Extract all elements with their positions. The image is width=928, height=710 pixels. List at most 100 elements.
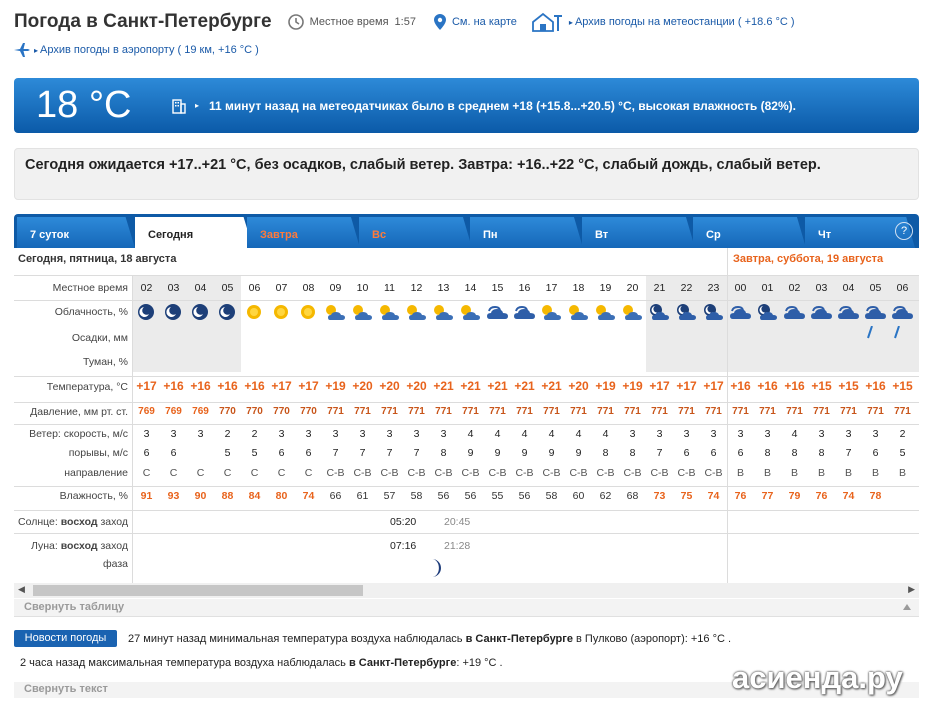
temperature-cell: +21 bbox=[460, 379, 481, 393]
tab-today[interactable]: Сегодня bbox=[135, 217, 253, 248]
wind-gust-cell: 6 bbox=[170, 447, 177, 459]
temperature-cell: +15 bbox=[892, 379, 913, 393]
wind-speed-cell: 4 bbox=[602, 428, 609, 440]
tab-tuesday[interactable]: Вт bbox=[582, 217, 695, 248]
humidity-cell: 62 bbox=[599, 490, 612, 502]
airplane-icon bbox=[14, 43, 30, 57]
wind-gust-cell: 7 bbox=[413, 447, 420, 459]
wind-direction-cell: С-В bbox=[407, 467, 426, 479]
temperature-cell: +20 bbox=[568, 379, 589, 393]
pressure-cell: 771 bbox=[867, 406, 884, 417]
hour-cell: 13 bbox=[437, 282, 450, 294]
hour-cell: 21 bbox=[653, 282, 666, 294]
wind-speed-cell: 3 bbox=[143, 428, 150, 440]
wind-direction-cell: С-В bbox=[515, 467, 534, 479]
pressure-cell: 771 bbox=[759, 406, 776, 417]
humidity-cell: 68 bbox=[626, 490, 639, 502]
pressure-cell: 769 bbox=[192, 406, 209, 417]
hour-cell: 10 bbox=[356, 282, 369, 294]
wind-gust-cell: 6 bbox=[278, 447, 285, 459]
cloud-icon bbox=[811, 305, 832, 319]
wind-gust-cell: 8 bbox=[629, 447, 636, 459]
rain-drop-icon bbox=[894, 326, 900, 339]
pressure-cell: 771 bbox=[678, 406, 695, 417]
temperature-cell: +21 bbox=[514, 379, 535, 393]
scroll-thumb[interactable] bbox=[33, 585, 363, 596]
hour-cell: 22 bbox=[680, 282, 693, 294]
moon-clear-icon bbox=[219, 304, 235, 320]
wind-speed-cell: 2 bbox=[224, 428, 231, 440]
sun-icon bbox=[301, 305, 315, 319]
table-scrollbar[interactable]: ◀ ▶ bbox=[14, 583, 919, 598]
map-link[interactable]: См. на карте bbox=[433, 14, 517, 30]
moon-clear-icon bbox=[192, 304, 208, 320]
sun-icon bbox=[274, 305, 288, 319]
pressure-cell: 770 bbox=[219, 406, 236, 417]
wind-direction-cell: С bbox=[196, 467, 205, 479]
help-icon[interactable]: ? bbox=[895, 222, 913, 240]
scroll-left-icon[interactable]: ◀ bbox=[18, 584, 25, 595]
wind-speed-cell: 3 bbox=[359, 428, 366, 440]
humidity-cell: 84 bbox=[248, 490, 261, 502]
collapse-table-label[interactable]: Свернуть таблицу bbox=[24, 601, 124, 613]
temperature-cell: +20 bbox=[352, 379, 373, 393]
wind-gust-cell: 6 bbox=[683, 447, 690, 459]
hour-cell: 15 bbox=[491, 282, 504, 294]
temperature-cell: +21 bbox=[433, 379, 454, 393]
collapse-arrow-icon[interactable] bbox=[903, 604, 911, 610]
pressure-cell: 771 bbox=[354, 406, 371, 417]
building-icon bbox=[172, 98, 186, 114]
airport-archive-link[interactable]: ▸ Архив погоды в аэропорту ( 19 км, +16 … bbox=[14, 42, 259, 58]
tab-monday[interactable]: Пн bbox=[470, 217, 583, 248]
station-archive-link[interactable]: ▸ Архив погоды на метеостанции ( +18.6 °… bbox=[531, 12, 795, 32]
humidity-cell: 78 bbox=[869, 490, 882, 502]
wind-gust-cell: 7 bbox=[332, 447, 339, 459]
humidity-cell: 60 bbox=[572, 490, 585, 502]
wind-speed-cell: 4 bbox=[521, 428, 528, 440]
hourly-table: Сегодня, пятница, 18 августа Завтра, суб… bbox=[14, 248, 919, 583]
label-temp: Температура, °C bbox=[46, 381, 128, 393]
temperature-cell: +17 bbox=[649, 379, 670, 393]
humidity-cell: 90 bbox=[194, 490, 207, 502]
scroll-right-icon[interactable]: ▶ bbox=[908, 584, 915, 595]
watermark: асиенда.ру bbox=[732, 660, 903, 695]
collapse-table-button[interactable]: Свернуть таблицу bbox=[14, 599, 919, 617]
wind-direction-cell: С bbox=[223, 467, 232, 479]
station-archive-label[interactable]: Архив погоды на метеостанции ( +18.6 °C … bbox=[575, 16, 795, 28]
label-direction: направление bbox=[64, 467, 128, 479]
sun-cloud-icon bbox=[407, 305, 426, 320]
humidity-cell: 66 bbox=[329, 490, 342, 502]
news-item: 2 часа назад максимальная температура во… bbox=[20, 657, 503, 669]
wind-gust-cell: 7 bbox=[359, 447, 366, 459]
wind-speed-cell: 4 bbox=[548, 428, 555, 440]
label-humidity: Влажность, % bbox=[59, 490, 128, 502]
pressure-cell: 771 bbox=[462, 406, 479, 417]
table-row-divider bbox=[14, 533, 919, 534]
airport-archive-label[interactable]: Архив погоды в аэропорту ( 19 км, +16 °C… bbox=[40, 44, 259, 56]
wind-speed-cell: 3 bbox=[170, 428, 177, 440]
wind-direction-cell: С-В bbox=[461, 467, 480, 479]
map-link-label[interactable]: См. на карте bbox=[452, 16, 517, 28]
wind-speed-cell: 3 bbox=[683, 428, 690, 440]
wind-direction-cell: С-В bbox=[326, 467, 345, 479]
tab-7-days[interactable]: 7 суток bbox=[17, 217, 135, 248]
label-time: Местное время bbox=[52, 282, 128, 294]
wind-direction-cell: С-В bbox=[380, 467, 399, 479]
pressure-cell: 771 bbox=[786, 406, 803, 417]
label-clouds: Облачность, % bbox=[54, 306, 128, 318]
wind-speed-cell: 4 bbox=[575, 428, 582, 440]
humidity-cell: 58 bbox=[545, 490, 558, 502]
tab-tomorrow[interactable]: Завтра bbox=[247, 217, 360, 248]
wind-direction-cell: С-В bbox=[677, 467, 696, 479]
pressure-cell: 771 bbox=[597, 406, 614, 417]
hour-cell: 04 bbox=[194, 282, 207, 294]
wind-speed-cell: 3 bbox=[413, 428, 420, 440]
collapse-text-label[interactable]: Свернуть текст bbox=[24, 683, 108, 695]
temperature-cell: +21 bbox=[541, 379, 562, 393]
tab-sunday[interactable]: Вс bbox=[359, 217, 472, 248]
wind-direction-cell: С-В bbox=[569, 467, 588, 479]
wind-gust-cell: 5 bbox=[899, 447, 906, 459]
humidity-cell: 57 bbox=[383, 490, 396, 502]
tab-wednesday[interactable]: Ср bbox=[693, 217, 806, 248]
wind-speed-cell: 3 bbox=[737, 428, 744, 440]
